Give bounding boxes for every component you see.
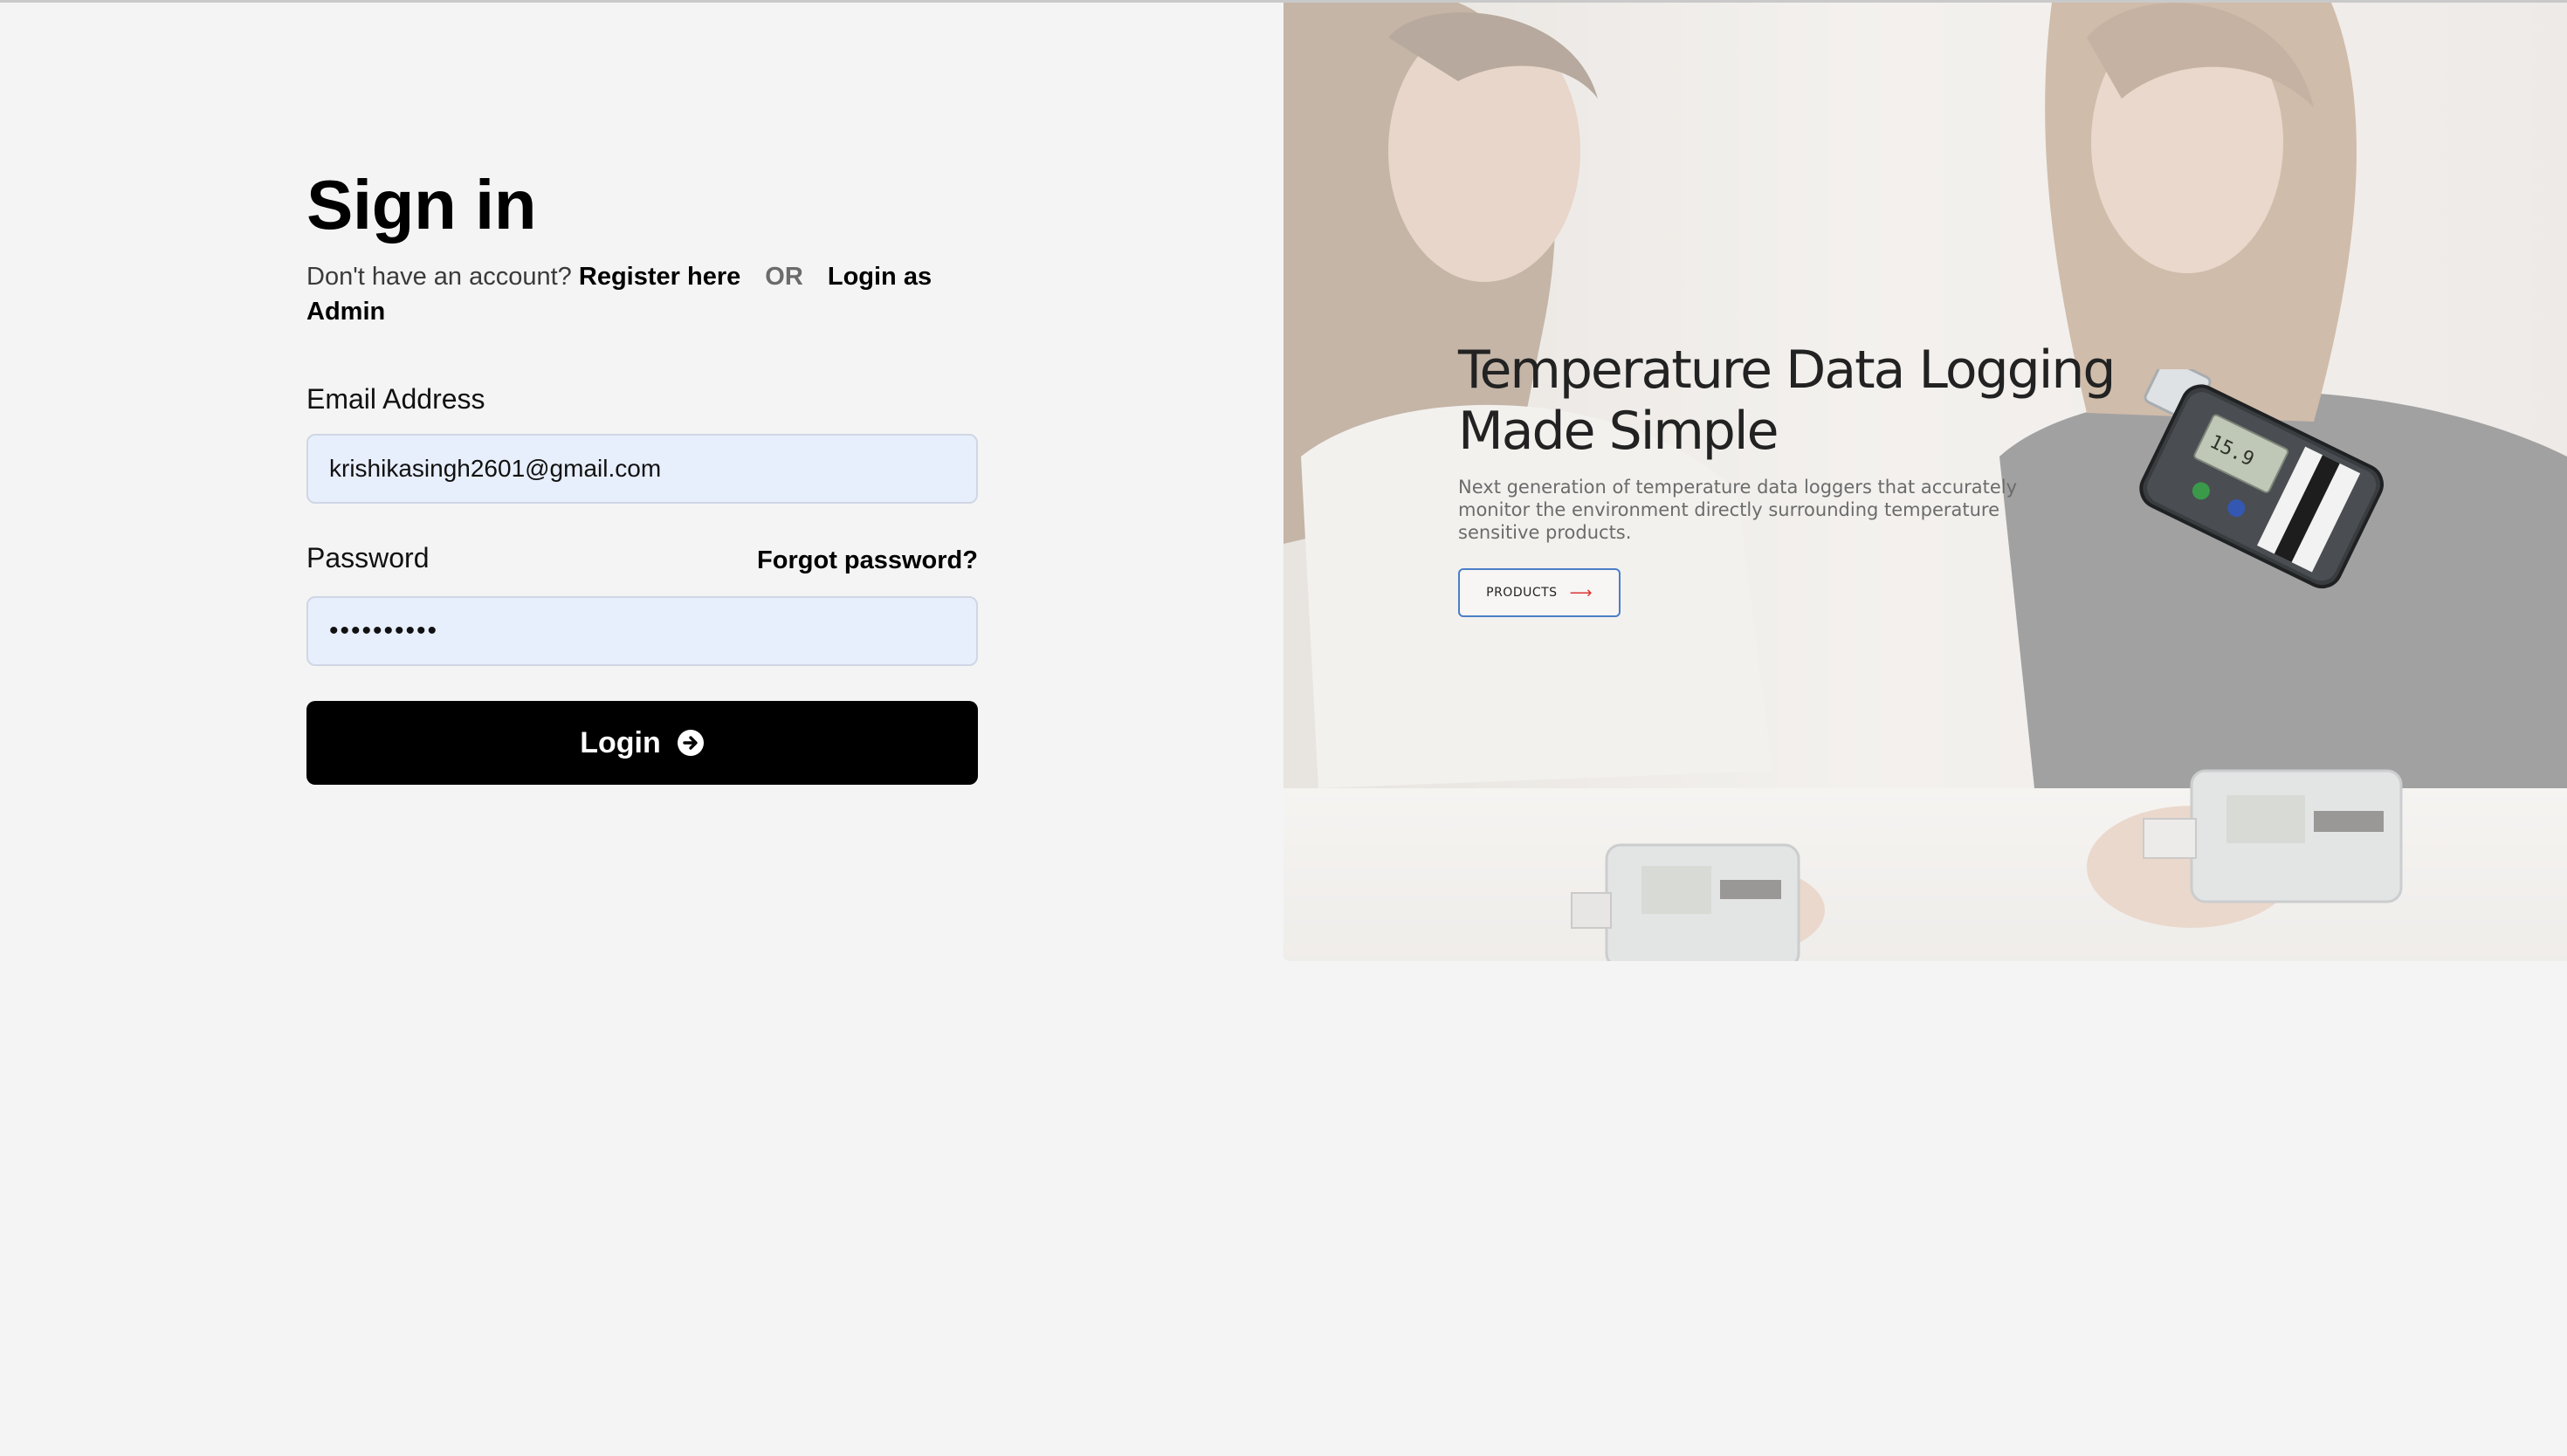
email-label: Email Address [306,383,485,415]
hero-subtext: Next generation of temperature data logg… [1458,477,2018,543]
login-button[interactable]: Login [306,701,978,785]
forgot-password-link[interactable]: Forgot password? [757,546,978,575]
arrow-right-icon: ⟶ [1569,583,1593,602]
email-field[interactable] [306,434,978,504]
password-label: Password [306,542,430,573]
hero-banner: 15.9 Temperature Data Logging Made Simpl… [1284,3,2567,961]
register-link[interactable]: Register here [579,263,740,291]
password-row: Password Forgot password? [306,540,978,575]
or-separator: OR [765,263,803,291]
no-account-text: Don't have an account? [306,263,572,291]
data-logger-device-icon: 15.9 [2139,369,2384,589]
products-button[interactable]: PRODUCTS ⟶ [1458,568,1621,617]
page-title: Sign in [306,166,537,244]
hero-headline: Temperature Data Logging Made Simple [1458,340,2116,462]
signin-form: Sign in Don't have an account? Register … [306,161,978,785]
login-button-label: Login [580,725,661,759]
products-button-label: PRODUCTS [1486,586,1558,600]
signup-line: Don't have an account? Register here OR … [306,259,978,329]
arrow-circle-right-icon [677,729,705,757]
password-field[interactable] [306,596,978,666]
